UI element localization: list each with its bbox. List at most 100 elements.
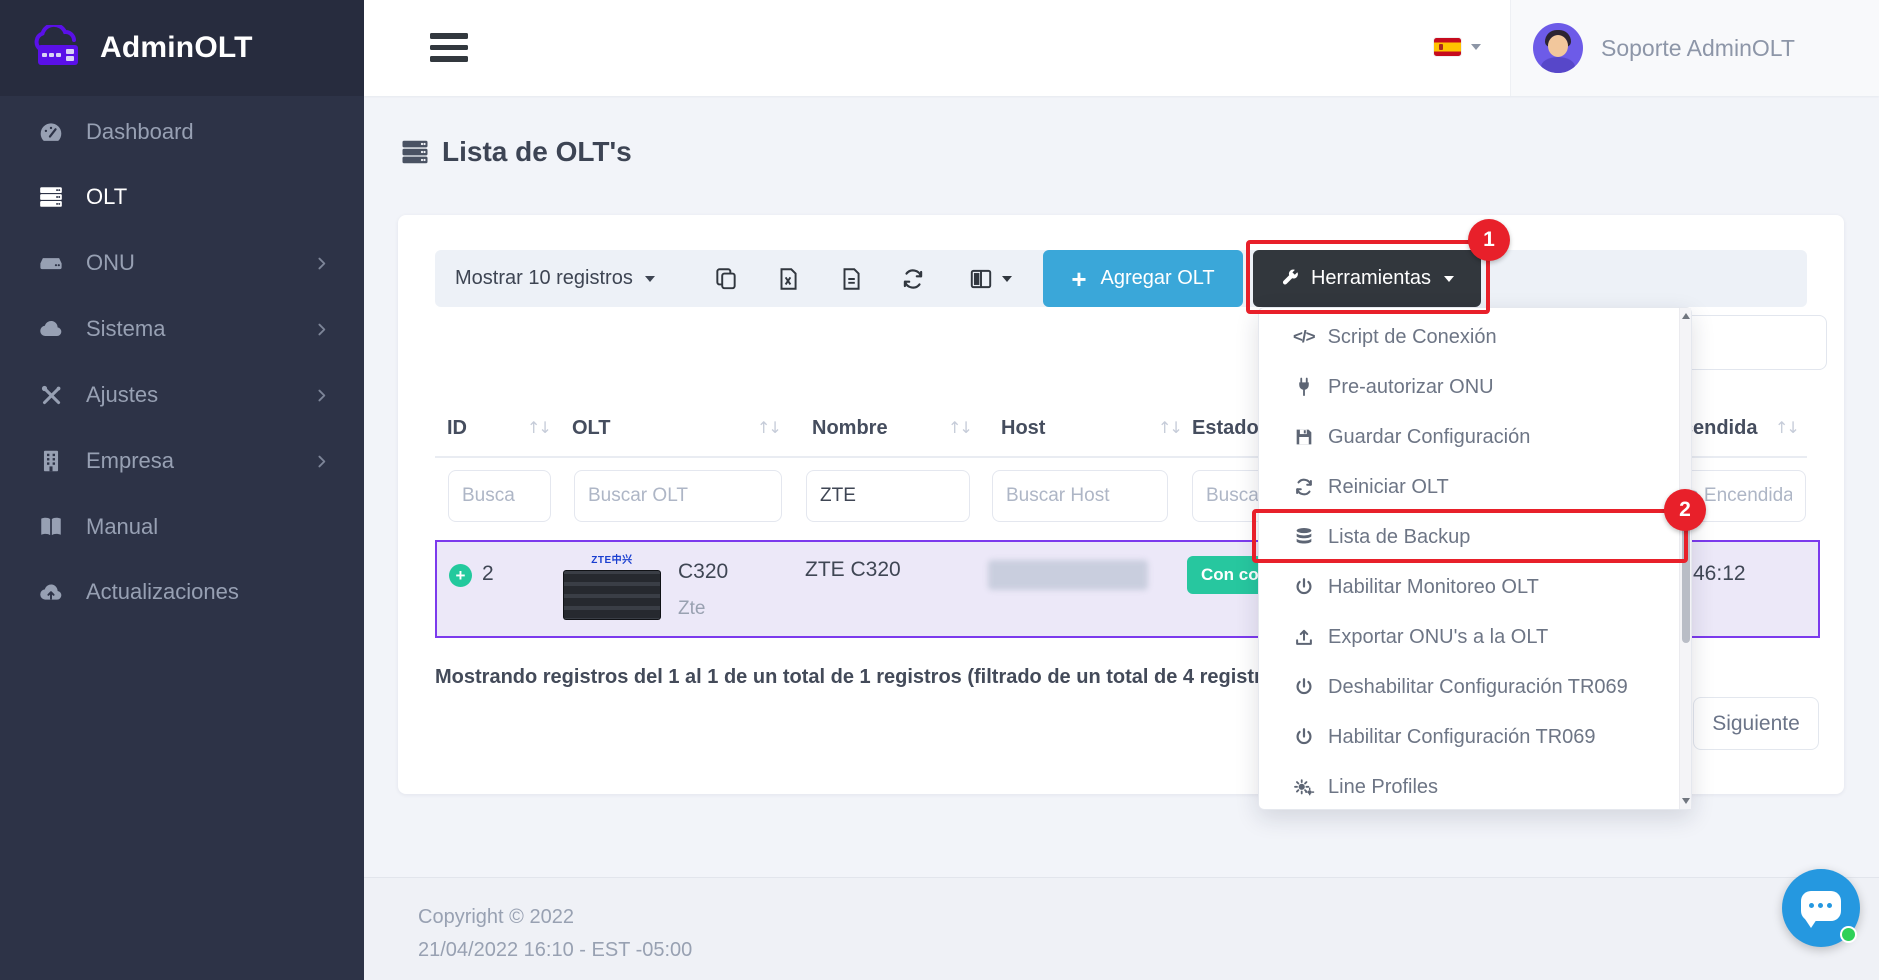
file-icon[interactable]: [838, 250, 864, 307]
menu-item-label: Line Profiles: [1328, 776, 1438, 799]
upload-icon: [1293, 626, 1315, 648]
server-icon: [400, 137, 430, 167]
menu-item-preautorizar-onu[interactable]: Pre-autorizar ONU: [1259, 362, 1691, 412]
column-header-id[interactable]: ID: [447, 408, 467, 448]
cloud-upload-icon: [38, 579, 64, 605]
language-selector[interactable]: [1434, 38, 1481, 56]
menu-item-exportar-onus[interactable]: Exportar ONU's a la OLT: [1259, 612, 1691, 662]
book-icon: [38, 514, 64, 540]
next-page-button[interactable]: Siguiente: [1693, 697, 1819, 750]
menu-item-habilitar-tr069[interactable]: Habilitar Configuración TR069: [1259, 712, 1691, 762]
filter-nombre-input[interactable]: [806, 470, 970, 522]
sidebar-item-label: Manual: [86, 514, 158, 540]
excel-icon[interactable]: [775, 250, 801, 307]
add-olt-button[interactable]: + Agregar OLT: [1043, 250, 1243, 307]
column-header-estado[interactable]: Estado: [1192, 408, 1259, 448]
expand-row-button[interactable]: +: [449, 564, 472, 587]
refresh-icon[interactable]: [900, 250, 926, 307]
page-length-label: Mostrar 10 registros: [455, 267, 633, 290]
sidebar-item-label: OLT: [86, 184, 127, 210]
row-nombre: ZTE C320: [805, 558, 901, 582]
sidebar-item-actualizaciones[interactable]: Actualizaciones: [0, 568, 364, 616]
sidebar-item-ajustes[interactable]: Ajustes: [0, 371, 364, 419]
database-icon: [1293, 526, 1315, 548]
user-menu[interactable]: Soporte AdminOLT: [1510, 0, 1879, 96]
page-title-text: Lista de OLT's: [442, 136, 632, 168]
plug-icon: [1293, 376, 1315, 398]
annotation-step-1: 1: [1468, 219, 1510, 261]
tools-icon: [38, 382, 64, 408]
menu-item-reiniciar-olt[interactable]: Reiniciar OLT: [1259, 462, 1691, 512]
brand[interactable]: AdminOLT: [0, 0, 364, 96]
row-olt-vendor: Zte: [678, 598, 705, 620]
gauge-icon: [38, 119, 64, 145]
copy-icon[interactable]: [713, 250, 739, 307]
gears-icon: [1293, 776, 1315, 798]
menu-item-script-conexion[interactable]: </> Script de Conexión: [1259, 312, 1691, 362]
chat-dots: [1809, 903, 1832, 908]
filter-id-input[interactable]: [448, 470, 551, 522]
menu-item-label: Lista de Backup: [1328, 526, 1470, 549]
sort-icon[interactable]: ↑↓: [948, 408, 971, 448]
spain-flag-icon: [1434, 38, 1461, 56]
row-id: 2: [482, 562, 494, 586]
menu-item-habilitar-monitoreo[interactable]: Habilitar Monitoreo OLT: [1259, 562, 1691, 612]
cloud-icon: [38, 316, 64, 342]
menu-item-lista-de-backup[interactable]: Lista de Backup: [1259, 512, 1691, 562]
menu-item-label: Deshabilitar Configuración TR069: [1328, 676, 1628, 699]
sidebar-item-olt[interactable]: OLT: [0, 173, 364, 221]
menu-item-guardar-configuracion[interactable]: Guardar Configuración: [1259, 412, 1691, 462]
row-host-redacted: [988, 560, 1148, 590]
dropdown-scrollbar[interactable]: [1679, 308, 1691, 809]
online-status-dot: [1840, 926, 1857, 943]
sidebar-item-dashboard[interactable]: Dashboard: [0, 108, 364, 156]
chevron-down-icon: [1002, 276, 1012, 282]
chevron-down-icon: [645, 276, 655, 282]
tools-dropdown-button[interactable]: Herramientas: [1253, 250, 1481, 307]
menu-item-label: Habilitar Configuración TR069: [1328, 726, 1596, 749]
hamburger-icon[interactable]: [430, 33, 468, 68]
brand-name: AdminOLT: [100, 31, 253, 65]
sidebar-item-onu[interactable]: ONU: [0, 239, 364, 287]
scroll-up-icon[interactable]: [1682, 313, 1690, 319]
device-icon: [38, 250, 64, 276]
column-header-host[interactable]: Host: [1001, 408, 1045, 448]
tools-dropdown-menu: </> Script de Conexión Pre-autorizar ONU…: [1258, 307, 1692, 810]
building-icon: [38, 448, 64, 474]
chevron-right-icon: [313, 321, 330, 338]
top-header: Soporte AdminOLT: [364, 0, 1879, 96]
sort-icon[interactable]: ↑↓: [757, 408, 780, 448]
chevron-down-icon: [1444, 276, 1454, 282]
page-length-select[interactable]: Mostrar 10 registros: [455, 250, 655, 307]
chevron-down-icon: [1471, 44, 1481, 50]
menu-item-deshabilitar-tr069[interactable]: Deshabilitar Configuración TR069: [1259, 662, 1691, 712]
power-icon: [1293, 676, 1315, 698]
sidebar-item-label: Dashboard: [86, 119, 194, 145]
sidebar-item-label: ONU: [86, 250, 135, 276]
page-title: Lista de OLT's: [400, 136, 632, 168]
column-header-nombre[interactable]: Nombre: [812, 408, 888, 448]
menu-item-line-profiles[interactable]: Line Profiles: [1259, 762, 1691, 812]
chevron-right-icon: [313, 387, 330, 404]
sort-icon[interactable]: ↑↓: [1158, 408, 1181, 448]
sidebar-item-sistema[interactable]: Sistema: [0, 305, 364, 353]
user-name: Soporte AdminOLT: [1601, 35, 1795, 62]
chat-widget-button[interactable]: [1782, 869, 1860, 947]
annotation-step-2: 2: [1664, 489, 1706, 531]
column-header-olt[interactable]: OLT: [572, 408, 611, 448]
row-tiempo: 46:12: [1693, 562, 1746, 586]
code-icon: </>: [1293, 326, 1315, 348]
sidebar-item-manual[interactable]: Manual: [0, 503, 364, 551]
plus-icon: +: [1071, 266, 1086, 292]
scroll-down-icon[interactable]: [1682, 798, 1690, 804]
sort-icon[interactable]: ↑↓: [527, 408, 550, 448]
sidebar-item-empresa[interactable]: Empresa: [0, 437, 364, 485]
filter-olt-input[interactable]: [574, 470, 782, 522]
columns-icon[interactable]: [968, 250, 1012, 307]
page-footer: [364, 877, 1879, 980]
menu-item-label: Exportar ONU's a la OLT: [1328, 626, 1548, 649]
sort-icon[interactable]: ↑↓: [1775, 408, 1798, 448]
filter-host-input[interactable]: [992, 470, 1168, 522]
device-brand-label: ZTE中兴: [591, 555, 632, 566]
tools-label: Herramientas: [1311, 267, 1431, 290]
